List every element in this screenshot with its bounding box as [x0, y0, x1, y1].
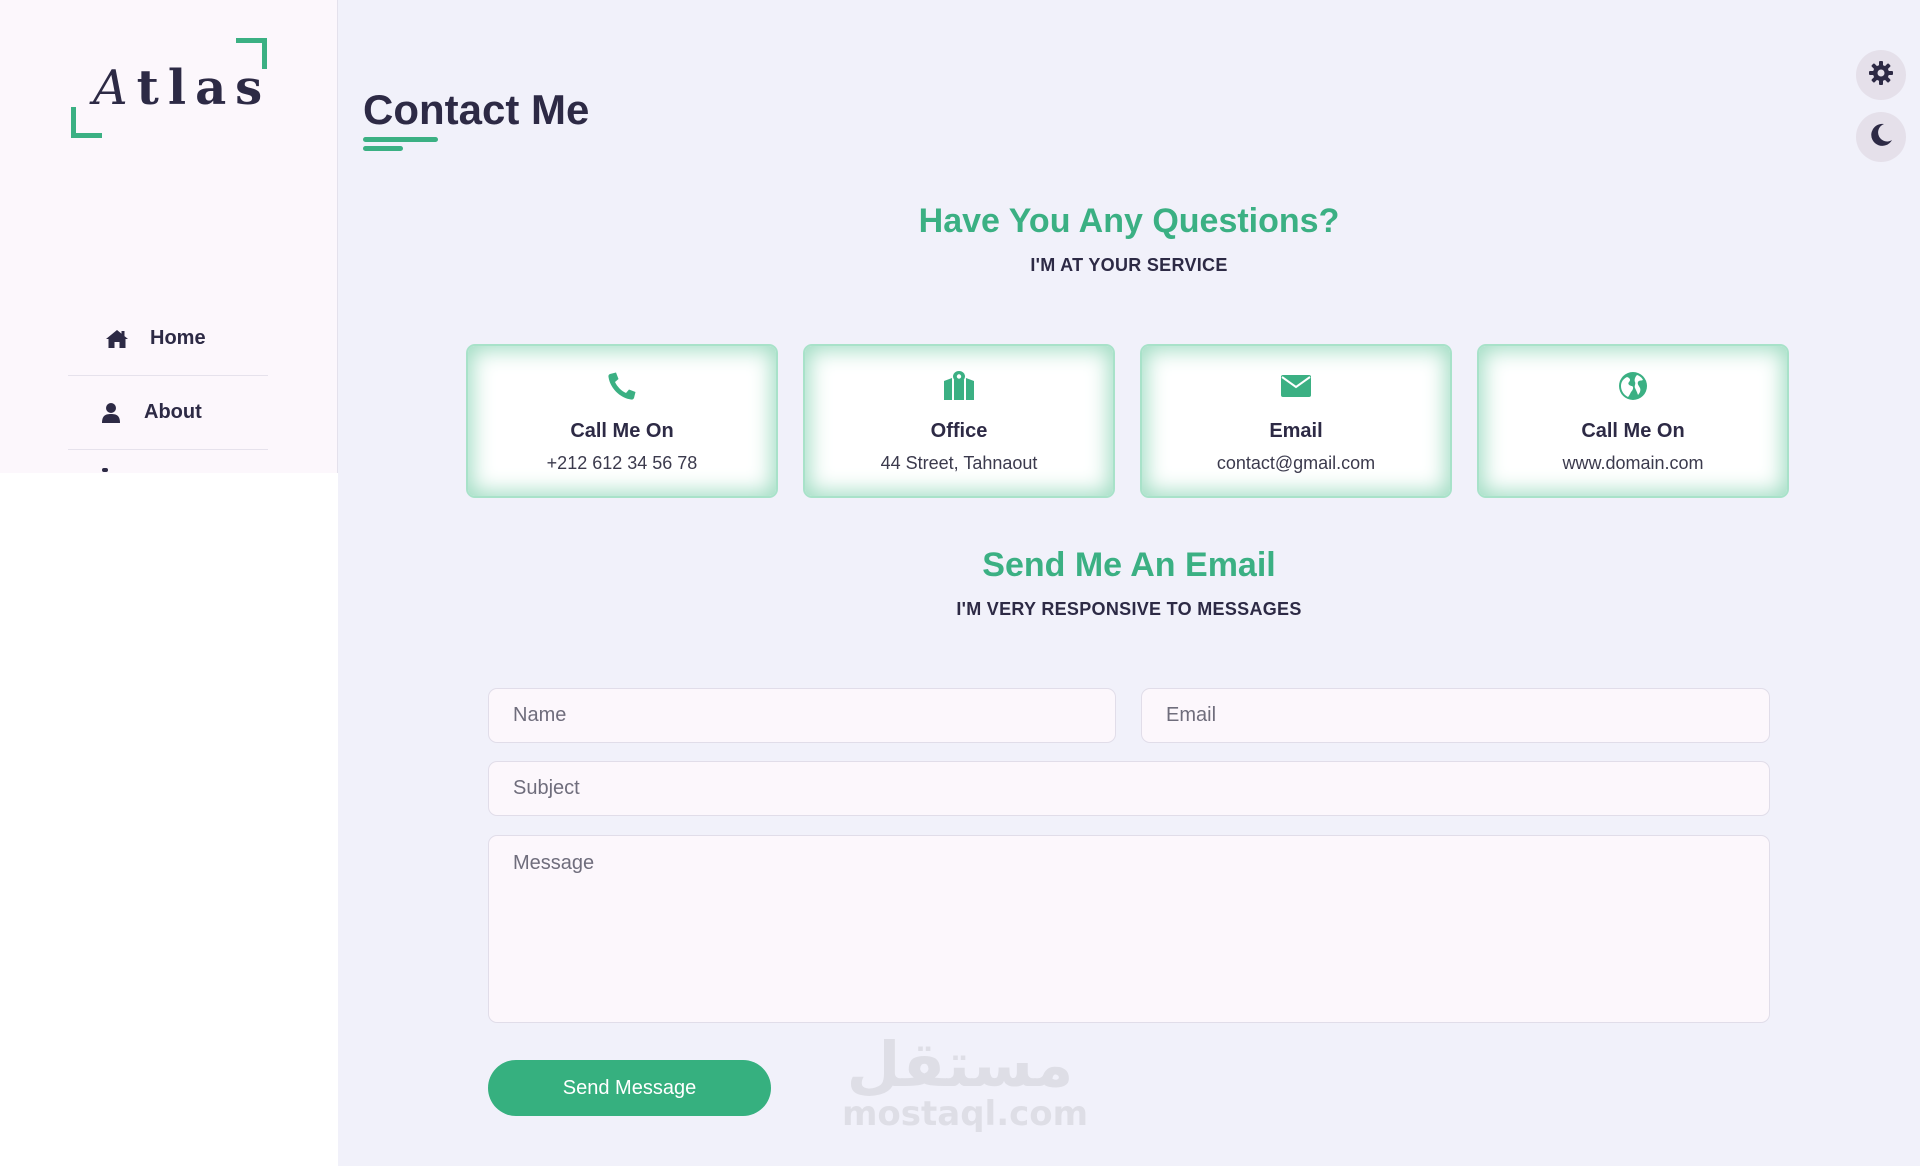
contact-card-phone: Call Me On +212 612 34 56 78 [466, 344, 778, 498]
contact-card-email: Email contact@gmail.com [1140, 344, 1452, 498]
email-section-heading: Send Me An Email I'M VERY RESPONSIVE TO … [338, 546, 1920, 620]
gear-icon [1868, 60, 1894, 91]
email-heading: Send Me An Email [982, 546, 1276, 584]
sidebar-item-about[interactable]: About [68, 376, 268, 450]
name-input[interactable] [488, 688, 1116, 743]
globe-icon [1615, 368, 1651, 404]
questions-subheading: I'M AT YOUR SERVICE [1030, 255, 1228, 275]
contact-card-office: Office 44 Street, Tahnaout [803, 344, 1115, 498]
logo[interactable]: Atlas [71, 38, 267, 138]
sidebar-item-label: About [144, 401, 202, 423]
user-icon [98, 400, 124, 426]
card-title: Call Me On [1581, 420, 1685, 442]
watermark-arabic: مستقل [846, 1028, 1074, 1101]
questions-section-heading: Have You Any Questions? I'M AT YOUR SERV… [338, 202, 1920, 276]
watermark: مستقل mostaql.com [842, 1028, 1089, 1140]
sidebar-lower-area [0, 473, 338, 1166]
card-value: www.domain.com [1562, 453, 1704, 473]
logo-first-letter: A [93, 60, 137, 116]
watermark-latin: mostaql.com [842, 1094, 1089, 1134]
phone-icon [604, 368, 640, 404]
questions-heading: Have You Any Questions? [918, 202, 1340, 240]
map-icon [941, 368, 977, 404]
contact-info-cards: Call Me On +212 612 34 56 78 Office 44 S… [466, 344, 1789, 498]
page-title: Contact Me [363, 86, 590, 133]
page: Atlas Home About Contact Me Have You Any… [0, 0, 1920, 1166]
card-title: Call Me On [570, 420, 674, 442]
envelope-icon [1278, 368, 1314, 404]
title-underline-short [363, 146, 403, 151]
sidebar-cutoff-item [102, 468, 108, 472]
email-input[interactable] [1141, 688, 1770, 743]
sidebar-item-label: Home [150, 327, 206, 349]
subject-input[interactable] [488, 761, 1770, 816]
contact-card-website: Call Me On www.domain.com [1477, 344, 1789, 498]
card-value: +212 612 34 56 78 [546, 453, 698, 473]
sidebar: Atlas Home About [0, 0, 338, 473]
sidebar-nav: Home About [68, 302, 268, 450]
logo-rest: tlas [136, 60, 272, 116]
home-icon [104, 326, 130, 352]
message-textarea[interactable] [488, 835, 1770, 1023]
card-title: Office [930, 420, 988, 442]
card-value: 44 Street, Tahnaout [880, 453, 1038, 473]
send-message-button[interactable]: Send Message [488, 1060, 771, 1116]
email-subheading: I'M VERY RESPONSIVE TO MESSAGES [956, 599, 1302, 619]
card-value: contact@gmail.com [1216, 453, 1376, 473]
sidebar-item-home[interactable]: Home [68, 302, 268, 376]
title-underline [363, 137, 438, 142]
moon-icon [1868, 122, 1894, 153]
card-title: Email [1269, 420, 1323, 442]
settings-button[interactable] [1856, 50, 1906, 100]
dark-mode-toggle[interactable] [1856, 112, 1906, 162]
logo-text: Atlas [93, 60, 271, 116]
